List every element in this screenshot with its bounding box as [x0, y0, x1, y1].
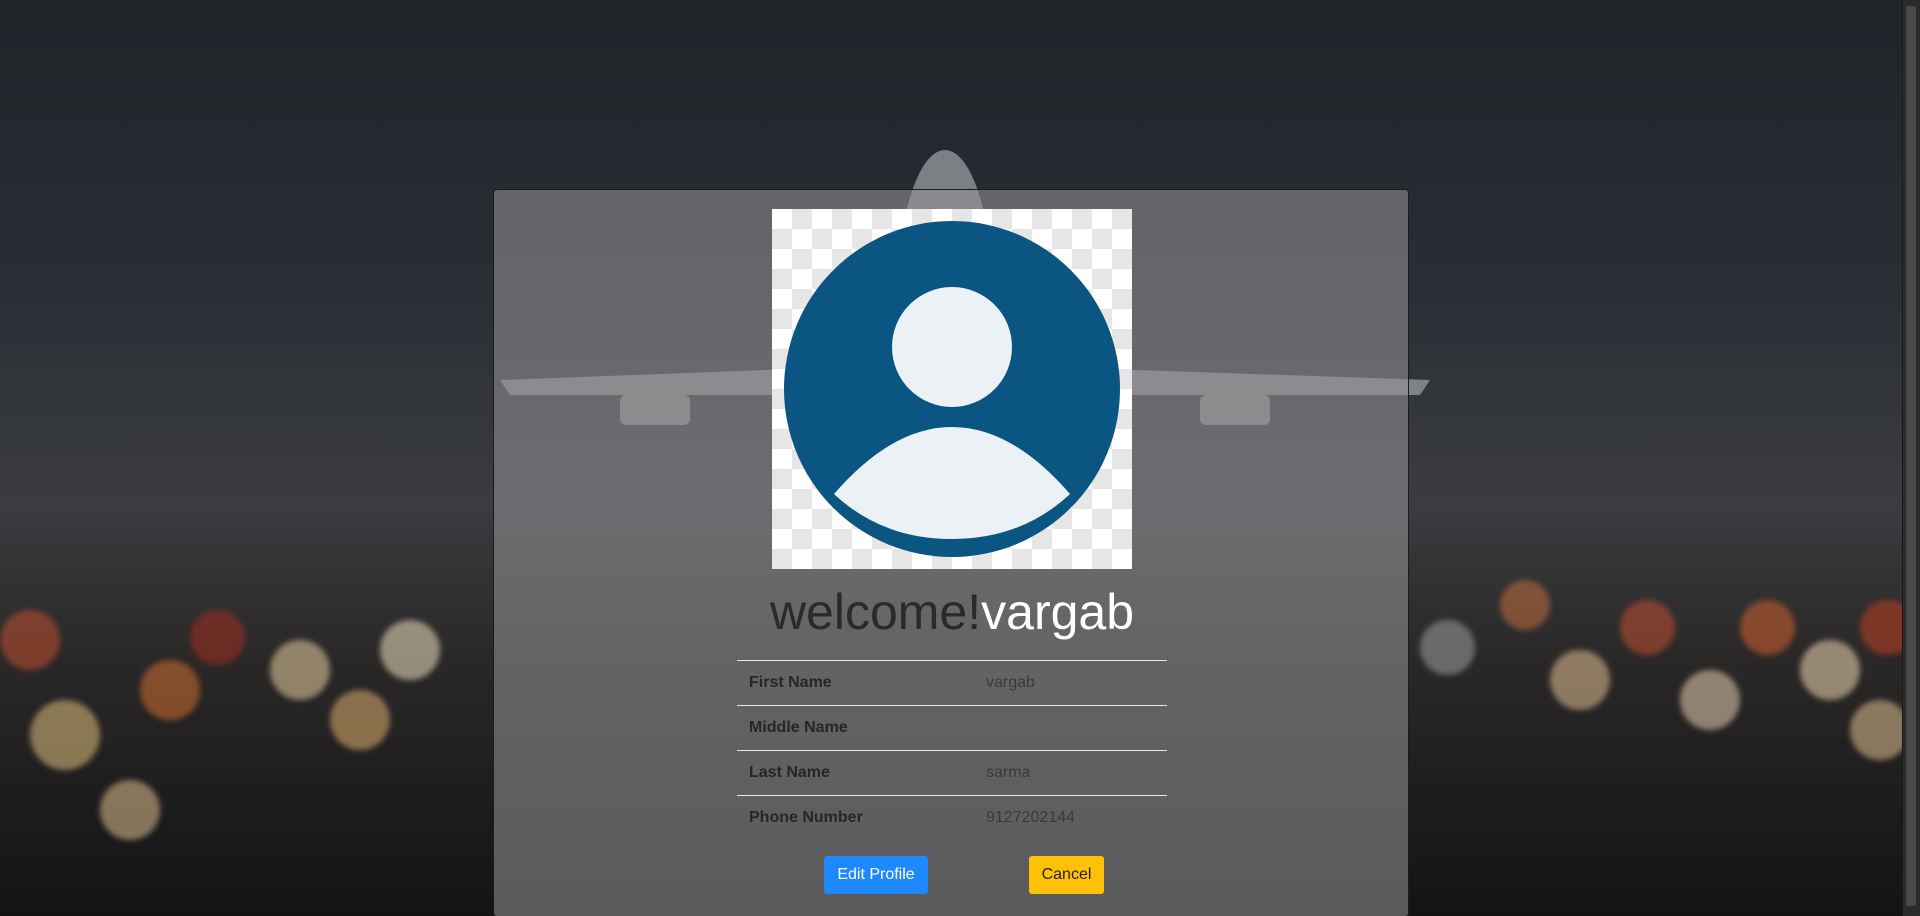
bokeh-light — [270, 640, 330, 700]
cancel-button[interactable]: Cancel — [1029, 856, 1104, 894]
bokeh-light — [330, 690, 390, 750]
row-value: 9127202144 — [986, 809, 1075, 827]
bokeh-light — [1620, 600, 1675, 655]
table-row: Middle Name — [737, 705, 1167, 751]
bokeh-light — [100, 780, 160, 840]
bokeh-light — [0, 610, 60, 670]
bokeh-light — [140, 660, 200, 720]
welcome-greeting: welcome! — [769, 584, 982, 640]
row-label: Last Name — [749, 764, 830, 781]
user-avatar-graphic — [784, 221, 1120, 557]
bokeh-light — [1800, 640, 1860, 700]
page-scrollbar[interactable] — [1902, 0, 1920, 916]
profile-card: welcome!vargab First Name vargab Middle … — [493, 189, 1409, 916]
welcome-heading: welcome!vargab — [494, 582, 1410, 642]
row-label: Middle Name — [749, 719, 848, 736]
row-value: sarma — [986, 764, 1031, 781]
row-value — [974, 706, 1167, 751]
row-label: First Name — [749, 674, 832, 691]
bokeh-light — [1850, 700, 1910, 760]
table-row: First Name vargab — [737, 660, 1167, 706]
bokeh-light — [1500, 580, 1550, 630]
bokeh-light — [190, 610, 245, 665]
welcome-username: vargab — [981, 584, 1135, 640]
scrollbar-thumb[interactable] — [1906, 6, 1916, 906]
bokeh-light — [30, 700, 100, 770]
row-value: vargab — [986, 674, 1035, 691]
table-row: Phone Number 9127202144 — [737, 795, 1167, 841]
table-row: Last Name sarma — [737, 750, 1167, 796]
bokeh-light — [380, 620, 440, 680]
bokeh-light — [1550, 650, 1610, 710]
edit-profile-button[interactable]: Edit Profile — [824, 856, 928, 894]
profile-info-table: First Name vargab Middle Name Last Name … — [737, 660, 1167, 841]
user-avatar-icon — [772, 209, 1132, 569]
bokeh-light — [1740, 600, 1795, 655]
bokeh-light — [1680, 670, 1740, 730]
row-label: Phone Number — [749, 809, 863, 827]
bokeh-light — [1420, 620, 1475, 675]
